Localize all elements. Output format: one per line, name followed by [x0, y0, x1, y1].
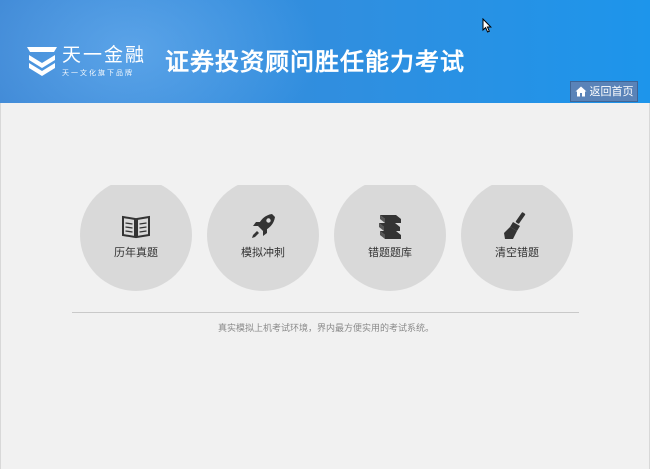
brand-subtitle: 天一文化旗下品牌: [62, 69, 134, 77]
app-title: 证券投资顾问胜任能力考试: [165, 48, 465, 76]
clear-wrong-tile[interactable]: 清空错题: [461, 185, 573, 291]
wrong-questions-tile[interactable]: 错题题库: [334, 185, 446, 291]
broom-icon: [504, 212, 526, 239]
wrong-questions-label: 错题题库: [368, 246, 412, 259]
past-exams-tile[interactable]: 历年真题: [80, 185, 192, 291]
mock-sprint-tile[interactable]: 模拟冲刺: [207, 185, 319, 291]
divider: [72, 312, 579, 313]
home-button[interactable]: 返回首页: [570, 81, 638, 102]
home-button-label: 返回首页: [589, 85, 634, 98]
clear-wrong-label: 清空错题: [495, 246, 539, 259]
main-content: 历年真题 模拟冲刺 错题题库 清空错题 真实模拟上机考试环境，界内最方便实用的考…: [0, 103, 650, 469]
brand-name: 天一金融: [62, 44, 147, 66]
brand-logo-icon: [27, 47, 57, 76]
home-icon: [575, 86, 586, 97]
past-exams-label: 历年真题: [114, 246, 158, 259]
brand: 天一金融 天一文化旗下品牌: [62, 44, 146, 78]
header-banner: 天一金融 天一文化旗下品牌 证券投资顾问胜任能力考试 返回首页: [0, 0, 650, 103]
stacked-books-icon: [379, 215, 401, 239]
mouse-cursor-icon: [482, 18, 492, 33]
mock-sprint-label: 模拟冲刺: [241, 246, 285, 259]
rocket-icon: [252, 214, 275, 238]
book-icon: [122, 215, 150, 239]
menu-tiles: 历年真题 模拟冲刺 错题题库 清空错题: [1, 185, 650, 291]
tagline: 真实模拟上机考试环境，界内最方便实用的考试系统。: [217, 324, 434, 334]
app-window: 天一金融 天一文化旗下品牌 证券投资顾问胜任能力考试 返回首页 历年真题 模拟冲…: [0, 0, 650, 469]
